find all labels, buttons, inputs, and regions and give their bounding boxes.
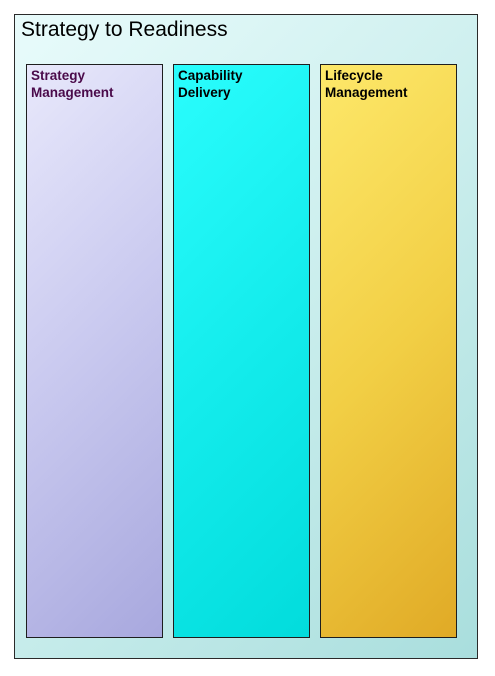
frame-title: Strategy to Readiness [21,18,228,41]
lane-label-capability-delivery: Capability Delivery [178,68,243,100]
lane-label-lifecycle-management: Lifecycle Management [325,68,408,100]
lane-label-strategy-management: Strategy Management [31,68,114,100]
strategy-to-readiness-frame: Strategy to Readiness Strategy Managemen… [14,14,478,659]
lane-strategy-management: Strategy Management [26,64,163,638]
lane-capability-delivery: Capability Delivery [173,64,310,638]
lane-lifecycle-management: Lifecycle Management [320,64,457,638]
